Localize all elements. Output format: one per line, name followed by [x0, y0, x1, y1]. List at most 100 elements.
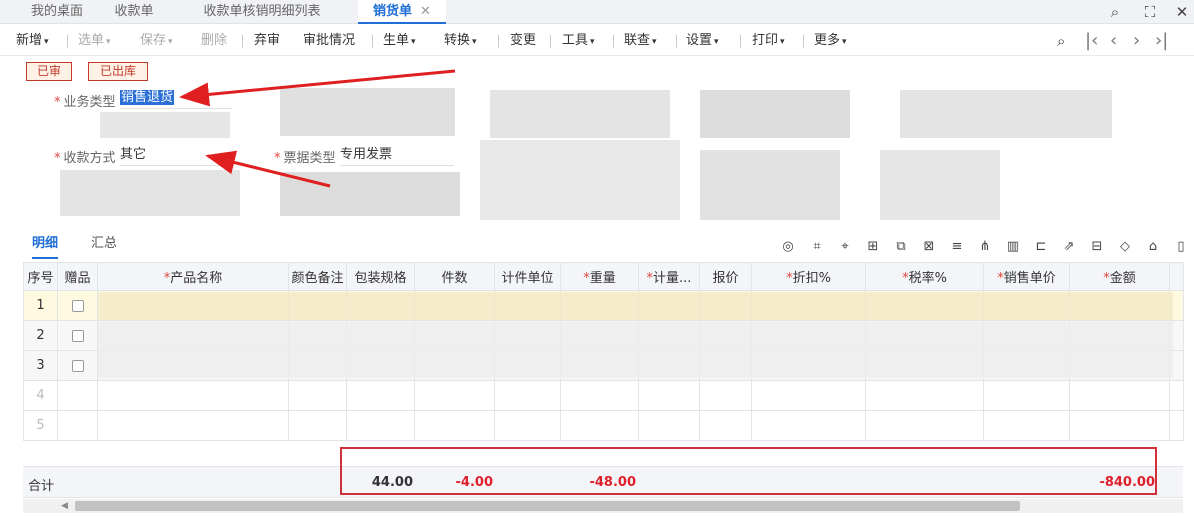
- unit-cell[interactable]: [494, 380, 561, 411]
- product-cell[interactable]: [97, 380, 289, 411]
- tax-cell[interactable]: [865, 380, 984, 411]
- discount-cell[interactable]: [751, 380, 866, 411]
- zoom-search-icon[interactable]: ⌕: [1057, 30, 1065, 52]
- gift-checkbox[interactable]: [71, 299, 84, 312]
- col-pieces[interactable]: 件数: [414, 262, 495, 291]
- weight-cell[interactable]: [560, 380, 639, 411]
- chevron-down-icon: ▾: [168, 37, 173, 47]
- previous-record-icon[interactable]: ‹: [1110, 30, 1117, 52]
- chart-icon[interactable]: ▥: [1004, 238, 1022, 256]
- tab-my-desktop[interactable]: 我的桌面: [14, 0, 100, 24]
- columns-icon[interactable]: ▯: [1172, 238, 1190, 256]
- measure-cell[interactable]: [638, 410, 700, 441]
- payment-method-field[interactable]: 其它: [120, 146, 232, 166]
- tab-sales-order[interactable]: 销货单 ✕: [358, 0, 446, 24]
- close-icon[interactable]: ✕: [420, 4, 431, 19]
- search-icon[interactable]: ⌕: [1105, 2, 1125, 22]
- color-cell[interactable]: [288, 410, 347, 441]
- quote-cell[interactable]: [699, 410, 752, 441]
- weight-cell[interactable]: [560, 410, 639, 441]
- warehouse-icon[interactable]: ⌂: [1144, 238, 1162, 256]
- unit-price-cell[interactable]: [983, 410, 1070, 441]
- unit-price-cell[interactable]: [983, 380, 1070, 411]
- gift-checkbox[interactable]: [71, 359, 84, 372]
- col-product[interactable]: *产品名称: [97, 262, 289, 291]
- next-record-icon[interactable]: ›: [1133, 30, 1140, 52]
- scroll-left-icon[interactable]: ◀: [61, 499, 68, 513]
- copy-row-icon[interactable]: ⧉: [892, 238, 910, 256]
- col-measure[interactable]: *计量...: [638, 262, 700, 291]
- tab-receipt[interactable]: 收款单: [100, 0, 168, 24]
- tax-cell[interactable]: [865, 410, 984, 441]
- scan-icon[interactable]: ⌗: [808, 238, 826, 256]
- unit-cell[interactable]: [494, 410, 561, 441]
- gift-cell[interactable]: [57, 350, 98, 381]
- first-record-icon[interactable]: |‹: [1085, 30, 1098, 52]
- settings-button[interactable]: 设置 ▾: [686, 32, 719, 50]
- change-button[interactable]: 变更: [510, 32, 536, 50]
- gift-checkbox[interactable]: [71, 329, 84, 342]
- linked-query-button[interactable]: 联查 ▾: [624, 32, 657, 50]
- select-button[interactable]: 选单 ▾: [78, 32, 111, 50]
- lightbulb-icon[interactable]: ◎: [779, 238, 797, 256]
- new-button[interactable]: 新增 ▾: [16, 32, 49, 50]
- gift-cell[interactable]: [57, 290, 98, 321]
- gift-cell[interactable]: [57, 410, 98, 441]
- pack-cell[interactable]: [346, 410, 415, 441]
- amount-cell[interactable]: [1069, 410, 1170, 441]
- product-cell[interactable]: [97, 410, 289, 441]
- tab-summary[interactable]: 汇总: [91, 232, 117, 251]
- print-button[interactable]: 打印 ▾: [752, 32, 785, 50]
- discount-cell[interactable]: [751, 410, 866, 441]
- more-button[interactable]: 更多 ▾: [814, 32, 847, 50]
- horizontal-scrollbar[interactable]: ◀: [23, 499, 1183, 513]
- tab-receipt-writeoff-list[interactable]: 收款单核销明细列表: [186, 0, 338, 24]
- export-icon[interactable]: ⇗: [1060, 238, 1078, 256]
- location-icon[interactable]: ⌖: [836, 238, 854, 256]
- col-quote[interactable]: 报价: [699, 262, 752, 291]
- close-icon[interactable]: ✕: [1172, 2, 1192, 22]
- split-icon[interactable]: ⊏: [1032, 238, 1050, 256]
- table-row[interactable]: 4: [23, 380, 1184, 411]
- scrollbar-thumb[interactable]: [75, 501, 1020, 511]
- col-unit[interactable]: 计件单位: [494, 262, 561, 291]
- col-measure-label: 计量...: [653, 271, 692, 286]
- col-pack[interactable]: 包装规格: [346, 262, 415, 291]
- table-row[interactable]: 5: [23, 410, 1184, 441]
- delete-row-icon[interactable]: ⊠: [920, 238, 938, 256]
- col-amount[interactable]: *金额: [1069, 262, 1170, 291]
- pieces-cell[interactable]: [414, 380, 495, 411]
- col-weight[interactable]: *重量: [560, 262, 639, 291]
- sort-icon[interactable]: ≡: [948, 238, 966, 256]
- tab-detail[interactable]: 明细: [32, 232, 59, 259]
- tools-button[interactable]: 工具 ▾: [562, 32, 595, 50]
- convert-button[interactable]: 转换 ▾: [444, 32, 477, 50]
- save-button[interactable]: 保存 ▾: [140, 32, 173, 50]
- audit-status-button[interactable]: 审批情况: [303, 32, 355, 50]
- col-tax[interactable]: *税率%: [865, 262, 984, 291]
- batch-icon[interactable]: ⋔: [976, 238, 994, 256]
- measure-cell[interactable]: [638, 380, 700, 411]
- col-unit-price[interactable]: *销售单价: [983, 262, 1070, 291]
- add-row-icon[interactable]: ⊞: [864, 238, 882, 256]
- pack-cell[interactable]: [346, 380, 415, 411]
- extra-cell: [1169, 380, 1184, 411]
- col-discount[interactable]: *折扣%: [751, 262, 866, 291]
- abandon-audit-button[interactable]: 弃审: [254, 32, 280, 50]
- amount-cell[interactable]: [1069, 380, 1170, 411]
- gift-cell[interactable]: [57, 320, 98, 351]
- pieces-cell[interactable]: [414, 410, 495, 441]
- last-record-icon[interactable]: ›|: [1155, 30, 1168, 52]
- invoice-type-field[interactable]: 专用发票: [340, 146, 454, 166]
- delete-button[interactable]: 删除: [201, 32, 227, 50]
- quote-cell[interactable]: [699, 380, 752, 411]
- insert-column-icon[interactable]: ⊟: [1088, 238, 1106, 256]
- gift-cell[interactable]: [57, 380, 98, 411]
- fullscreen-icon[interactable]: ⛶: [1140, 2, 1160, 22]
- tag-icon[interactable]: ◇: [1116, 238, 1134, 256]
- col-color[interactable]: 颜色备注: [288, 262, 347, 291]
- generate-order-button[interactable]: 生单 ▾: [383, 32, 416, 50]
- chevron-down-icon: ▾: [590, 37, 595, 47]
- business-type-field[interactable]: 销售退货: [120, 89, 232, 109]
- color-cell[interactable]: [288, 380, 347, 411]
